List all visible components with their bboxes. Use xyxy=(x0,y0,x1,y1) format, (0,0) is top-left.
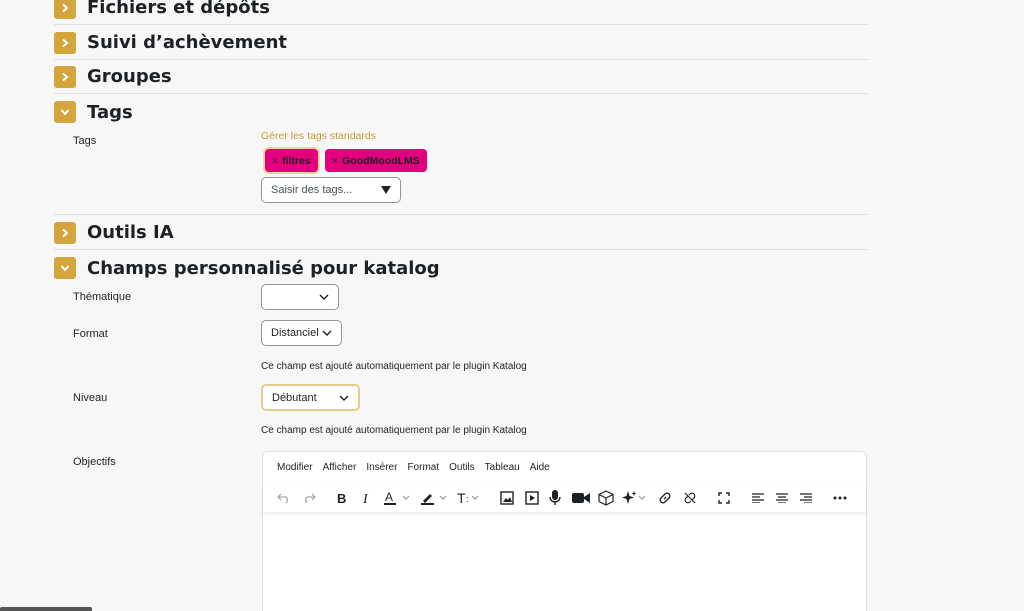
niveau-select[interactable]: Débutant xyxy=(261,384,360,411)
chevron-down-icon[interactable] xyxy=(54,101,76,123)
chevron-right-icon[interactable] xyxy=(54,0,76,19)
remove-tag-icon[interactable]: × xyxy=(332,155,338,167)
niveau-label: Niveau xyxy=(73,392,108,404)
menu-tableau[interactable]: Tableau xyxy=(485,462,520,473)
tags-input-placeholder: Saisir des tags... xyxy=(271,184,353,196)
chevron-down-icon[interactable] xyxy=(54,257,76,279)
menu-aide[interactable]: Aide xyxy=(530,462,550,473)
editor-toolbar: B I A T: xyxy=(263,486,866,512)
chevron-right-icon[interactable] xyxy=(54,65,76,88)
niveau-hint: Ce champ est ajouté automatiquement par … xyxy=(261,425,527,436)
microphone-icon[interactable] xyxy=(546,488,564,508)
svg-text:T: T xyxy=(457,490,466,506)
chevron-right-icon[interactable] xyxy=(54,221,76,244)
section-title: Tags xyxy=(87,101,133,123)
cube-icon[interactable] xyxy=(596,488,616,508)
format-select[interactable]: Distanciel xyxy=(261,320,342,346)
thematique-label: Thématique xyxy=(73,291,132,303)
menu-inserer[interactable]: Insérer xyxy=(366,462,397,473)
menu-format[interactable]: Format xyxy=(407,462,439,473)
section-champs[interactable]: Champs personnalisé pour katalog xyxy=(54,251,868,285)
format-hint: Ce champ est ajouté automatiquement par … xyxy=(261,361,527,372)
align-right-icon[interactable] xyxy=(797,488,815,508)
objectifs-editor[interactable]: Modifier Afficher Insérer Format Outils … xyxy=(262,451,867,611)
undo-icon[interactable] xyxy=(275,488,293,508)
caret-down-icon[interactable] xyxy=(381,186,391,194)
unlink-icon[interactable] xyxy=(681,488,699,508)
section-outils[interactable]: Outils IA xyxy=(54,216,868,250)
menu-afficher[interactable]: Afficher xyxy=(323,462,357,473)
italic-icon[interactable]: I xyxy=(358,488,376,508)
section-groupes[interactable]: Groupes xyxy=(54,60,868,94)
chevron-down-icon xyxy=(322,330,332,336)
section-title: Champs personnalisé pour katalog xyxy=(87,257,440,279)
svg-text:A: A xyxy=(385,490,393,504)
tags-label: Tags xyxy=(73,135,97,147)
align-center-icon[interactable] xyxy=(773,488,791,508)
ai-sparkle-icon[interactable] xyxy=(620,488,650,508)
tag-filtres[interactable]: × filtres xyxy=(265,149,318,172)
fullscreen-icon[interactable] xyxy=(715,488,733,508)
divider xyxy=(54,214,868,215)
tags-input[interactable]: Saisir des tags... xyxy=(261,177,401,203)
svg-text::: : xyxy=(466,494,469,504)
section-title: Outils IA xyxy=(87,222,174,243)
menu-modifier[interactable]: Modifier xyxy=(277,462,313,473)
svg-text:I: I xyxy=(362,492,369,505)
text-color-icon[interactable]: A xyxy=(383,488,417,508)
section-fichiers[interactable]: Fichiers et dépôts xyxy=(54,0,868,25)
format-value: Distanciel xyxy=(271,327,319,339)
section-suivi[interactable]: Suivi d’achèvement xyxy=(54,26,868,60)
link-icon[interactable] xyxy=(656,488,674,508)
font-size-icon[interactable]: T: xyxy=(456,488,486,508)
objectifs-label: Objectifs xyxy=(73,456,116,468)
remove-tag-icon[interactable]: × xyxy=(272,155,278,167)
tag-label: GoodMoodLMS xyxy=(342,154,420,167)
niveau-value: Débutant xyxy=(272,391,317,404)
editor-menubar: Modifier Afficher Insérer Format Outils … xyxy=(277,462,550,473)
redo-icon[interactable] xyxy=(300,488,318,508)
format-label: Format xyxy=(73,328,108,340)
section-tags[interactable]: Tags xyxy=(54,95,868,129)
bold-icon[interactable]: B xyxy=(333,488,351,508)
manage-tags-link[interactable]: Gérer les tags standards xyxy=(261,130,376,142)
chevron-down-icon xyxy=(339,395,349,401)
menu-outils[interactable]: Outils xyxy=(449,462,475,473)
chevron-right-icon[interactable] xyxy=(54,31,76,54)
section-title: Groupes xyxy=(87,66,172,87)
section-title: Suivi d’achèvement xyxy=(87,32,288,53)
media-icon[interactable] xyxy=(523,488,541,508)
more-icon[interactable] xyxy=(831,488,849,508)
tag-label: filtres xyxy=(282,154,311,167)
image-icon[interactable] xyxy=(498,488,516,508)
section-title: Fichiers et dépôts xyxy=(87,0,270,18)
svg-text:B: B xyxy=(337,491,346,505)
scrollbar-thumb[interactable] xyxy=(0,607,92,611)
chevron-down-icon xyxy=(319,294,329,300)
tag-goodmoodlms[interactable]: × GoodMoodLMS xyxy=(325,149,427,172)
highlight-icon[interactable] xyxy=(420,488,454,508)
thematique-select[interactable] xyxy=(261,284,339,310)
video-camera-icon[interactable] xyxy=(570,488,592,508)
align-left-icon[interactable] xyxy=(749,488,767,508)
